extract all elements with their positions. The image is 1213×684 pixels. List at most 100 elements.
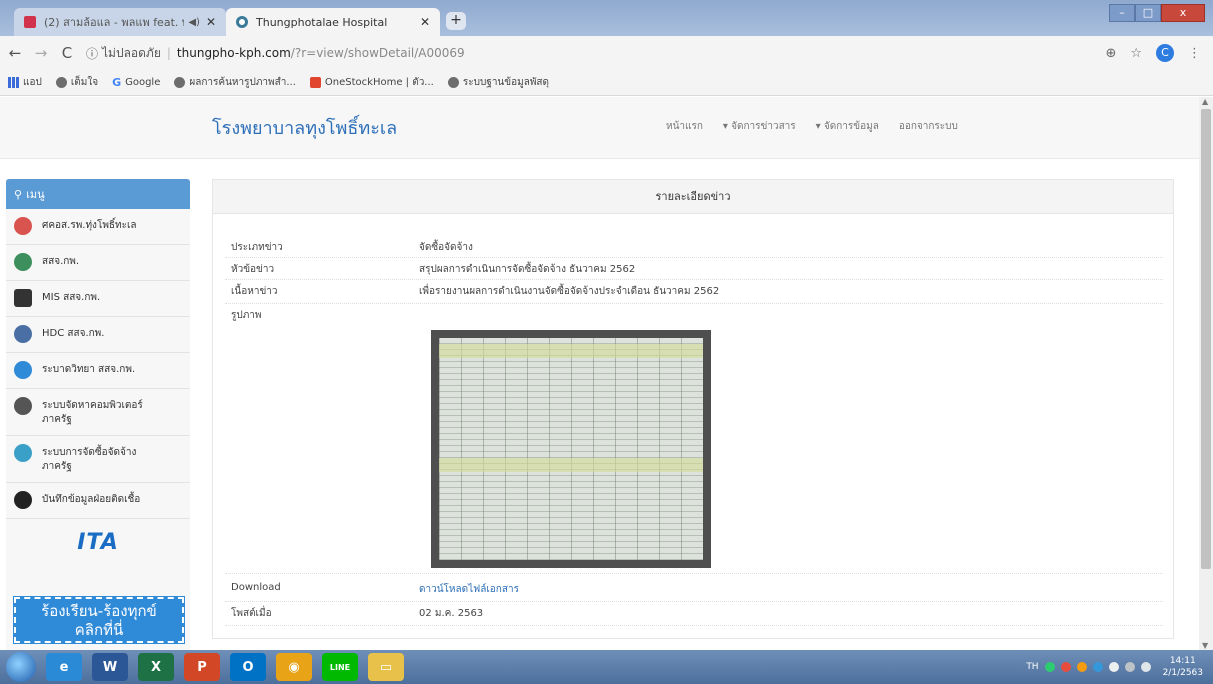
taskbar-word[interactable]: W (92, 653, 128, 681)
window-controls: – □ x (1109, 4, 1205, 22)
tray-app-icon[interactable] (1060, 662, 1071, 672)
news-image[interactable] (431, 330, 711, 568)
sidebar-item-label: MIS สสจ.กพ. (42, 292, 101, 303)
site-nav: หน้าแรก ▾ จัดการข่าวสาร ▾ จัดการข้อมูล อ… (666, 119, 978, 134)
menu-kebab-icon[interactable]: ⋮ (1188, 46, 1201, 61)
computer-procurement-icon (14, 397, 32, 415)
ita-logo[interactable]: ITA (6, 519, 190, 565)
complaint-line-2: คลิกที่นี่ (74, 621, 124, 639)
minimize-button[interactable]: – (1109, 4, 1135, 22)
divider: | (166, 46, 171, 60)
taskbar-explorer[interactable]: ▭ (368, 653, 404, 681)
complaint-banner-button[interactable]: ร้องเรียน-ร้องทุกข์ คลิกที่นี่ (13, 596, 185, 644)
scroll-thumb[interactable] (1201, 109, 1211, 569)
address-bar[interactable]: ⓘ ไม่ปลอดภัย | thungpho-kph.com /?r=view… (86, 41, 1136, 65)
close-window-button[interactable]: x (1161, 4, 1205, 22)
nav-home[interactable]: หน้าแรก (666, 119, 703, 134)
tab-close-icon[interactable]: ✕ (420, 15, 430, 29)
tray-app-icon[interactable] (1044, 662, 1055, 672)
maximize-button[interactable]: □ (1135, 4, 1161, 22)
zoom-icon[interactable]: ⊕ (1105, 46, 1116, 61)
chrome-icon: ◉ (288, 659, 300, 675)
sidebar-item-label: HDC สสจ.กพ. (42, 328, 105, 339)
key-icon: ⚲ (14, 187, 23, 201)
sidebar-item-provincial-office[interactable]: สสจ.กพ. (6, 245, 190, 281)
sidebar-item-hospital[interactable]: ศคอส.รพ.ทุ่งโพธิ์ทะเล (6, 209, 190, 245)
hospital-logo-icon (14, 217, 32, 235)
powerpoint-icon: P (197, 659, 207, 675)
word-icon: W (102, 659, 118, 675)
scroll-up-icon[interactable]: ▲ (1202, 97, 1208, 106)
clock[interactable]: 14:11 2/1/2563 (1163, 655, 1203, 679)
clock-time: 14:11 (1169, 656, 1196, 666)
tray-app-icon[interactable] (1076, 662, 1087, 672)
profile-avatar[interactable]: C (1156, 44, 1174, 62)
bookmark-label: Google (125, 77, 161, 88)
bookmark-item[interactable]: ระบบฐานข้อมูลพัสดุ (447, 75, 549, 90)
tab-hospital[interactable]: Thungphotalae Hospital ✕ (226, 8, 440, 36)
biohazard-icon (14, 491, 32, 509)
bookmark-label: เต็มใจ (70, 77, 99, 88)
google-icon: G (112, 76, 122, 89)
detail-label: รูปภาพ (231, 310, 262, 321)
epidemiology-icon (14, 361, 32, 379)
audio-icon[interactable]: ◀) (188, 17, 200, 28)
bookmark-item[interactable]: ผลการค้นหารูปภาพสำ... (174, 75, 296, 90)
sidebar-item-label: ระบบจัดหาคอมพิวเตอร์ ภาครัฐ (42, 400, 143, 425)
excel-icon: X (150, 659, 162, 675)
nav-logout[interactable]: ออกจากระบบ (899, 119, 958, 134)
site-brand[interactable]: โรงพยาบาลทุงโพธิ์ทะเล (212, 113, 397, 142)
bookmarks-bar: แอป เต็มใจ G Google ผลการค้นหารูปภาพสำ...… (0, 70, 1213, 96)
download-link[interactable]: ดาวน์โหลดไฟล์เอกสาร (419, 582, 519, 597)
sidebar-item-label: บันทึกข้อมูลฝ่อยติดเชื้อ (42, 494, 141, 505)
sidebar-header-label: เมนู (26, 188, 45, 201)
sidebar-item-gprocurement[interactable]: ระบบการจัดซื้อจัดจ้าง ภาครัฐ (6, 436, 190, 483)
tab-close-icon[interactable]: ✕ (206, 15, 216, 29)
flag-icon[interactable] (1108, 662, 1119, 672)
hdc-globe-icon (14, 325, 32, 343)
volume-icon[interactable] (1140, 662, 1151, 672)
globe-icon (447, 77, 459, 88)
bookmark-star-icon[interactable]: ☆ (1130, 46, 1142, 61)
taskbar-chrome[interactable]: ◉ (276, 653, 312, 681)
tab-music[interactable]: (2) สามล้อแล - พลแพ feat. พั้น ◀) ✕ (14, 8, 226, 36)
bookmark-label: ผลการค้นหารูปภาพสำ... (189, 77, 296, 88)
nav-manage-data[interactable]: ▾ จัดการข้อมูล (816, 119, 879, 134)
taskbar-powerpoint[interactable]: P (184, 653, 220, 681)
sidebar-item-mis[interactable]: MIS สสจ.กพ. (6, 281, 190, 317)
tray-app-icon[interactable] (1092, 662, 1103, 672)
start-button[interactable] (6, 652, 36, 682)
new-tab-button[interactable]: + (446, 12, 466, 30)
globe-icon (55, 77, 67, 88)
detail-value: จัดซื้อจัดจ้าง (419, 242, 473, 253)
bookmark-item[interactable]: เต็มใจ (55, 75, 99, 90)
taskbar-ie[interactable]: e (46, 653, 82, 681)
detail-label: ประเภทข่าว (231, 242, 283, 253)
news-detail-panel: รายละเอียดข่าว ประเภทข่าว จัดซื้อจัดจ้าง… (212, 179, 1174, 639)
bookmark-label: OneStockHome | ตัว... (324, 77, 434, 88)
detail-value: 02 ม.ค. 2563 (419, 608, 484, 619)
taskbar-line[interactable]: LINE (322, 653, 358, 681)
language-indicator[interactable]: TH (1026, 662, 1038, 672)
bookmark-label: แอป (23, 77, 42, 88)
onestockhome-icon (309, 77, 321, 88)
bookmark-apps[interactable]: แอป (8, 75, 42, 90)
sidebar-item-hdc[interactable]: HDC สสจ.กพ. (6, 317, 190, 353)
sidebar-item-label: สสจ.กพ. (42, 256, 80, 267)
scroll-down-icon[interactable]: ▼ (1202, 641, 1208, 650)
nav-manage-news[interactable]: ▾ จัดการข่าวสาร (723, 119, 796, 134)
sidebar-item-computer-procurement[interactable]: ระบบจัดหาคอมพิวเตอร์ ภาครัฐ (6, 389, 190, 436)
bookmark-google[interactable]: G Google (112, 77, 160, 88)
bookmark-onestockhome[interactable]: OneStockHome | ตัว... (309, 75, 434, 90)
network-icon[interactable] (1124, 662, 1135, 672)
sidebar-item-infection-record[interactable]: บันทึกข้อมูลฝ่อยติดเชื้อ (6, 483, 190, 519)
reload-button[interactable]: C (56, 44, 78, 62)
back-button[interactable]: ← (4, 44, 26, 62)
info-icon[interactable]: ⓘ (86, 45, 98, 62)
site-header: โรงพยาบาลทุงโพธิ์ทะเล หน้าแรก ▾ จัดการข่… (0, 97, 1199, 159)
page-scrollbar[interactable]: ▲ ▼ (1199, 97, 1213, 650)
taskbar-excel[interactable]: X (138, 653, 174, 681)
sidebar-item-epidemiology[interactable]: ระบาดวิทยา สสจ.กพ. (6, 353, 190, 389)
forward-button[interactable]: → (30, 44, 52, 62)
taskbar-outlook[interactable]: O (230, 653, 266, 681)
